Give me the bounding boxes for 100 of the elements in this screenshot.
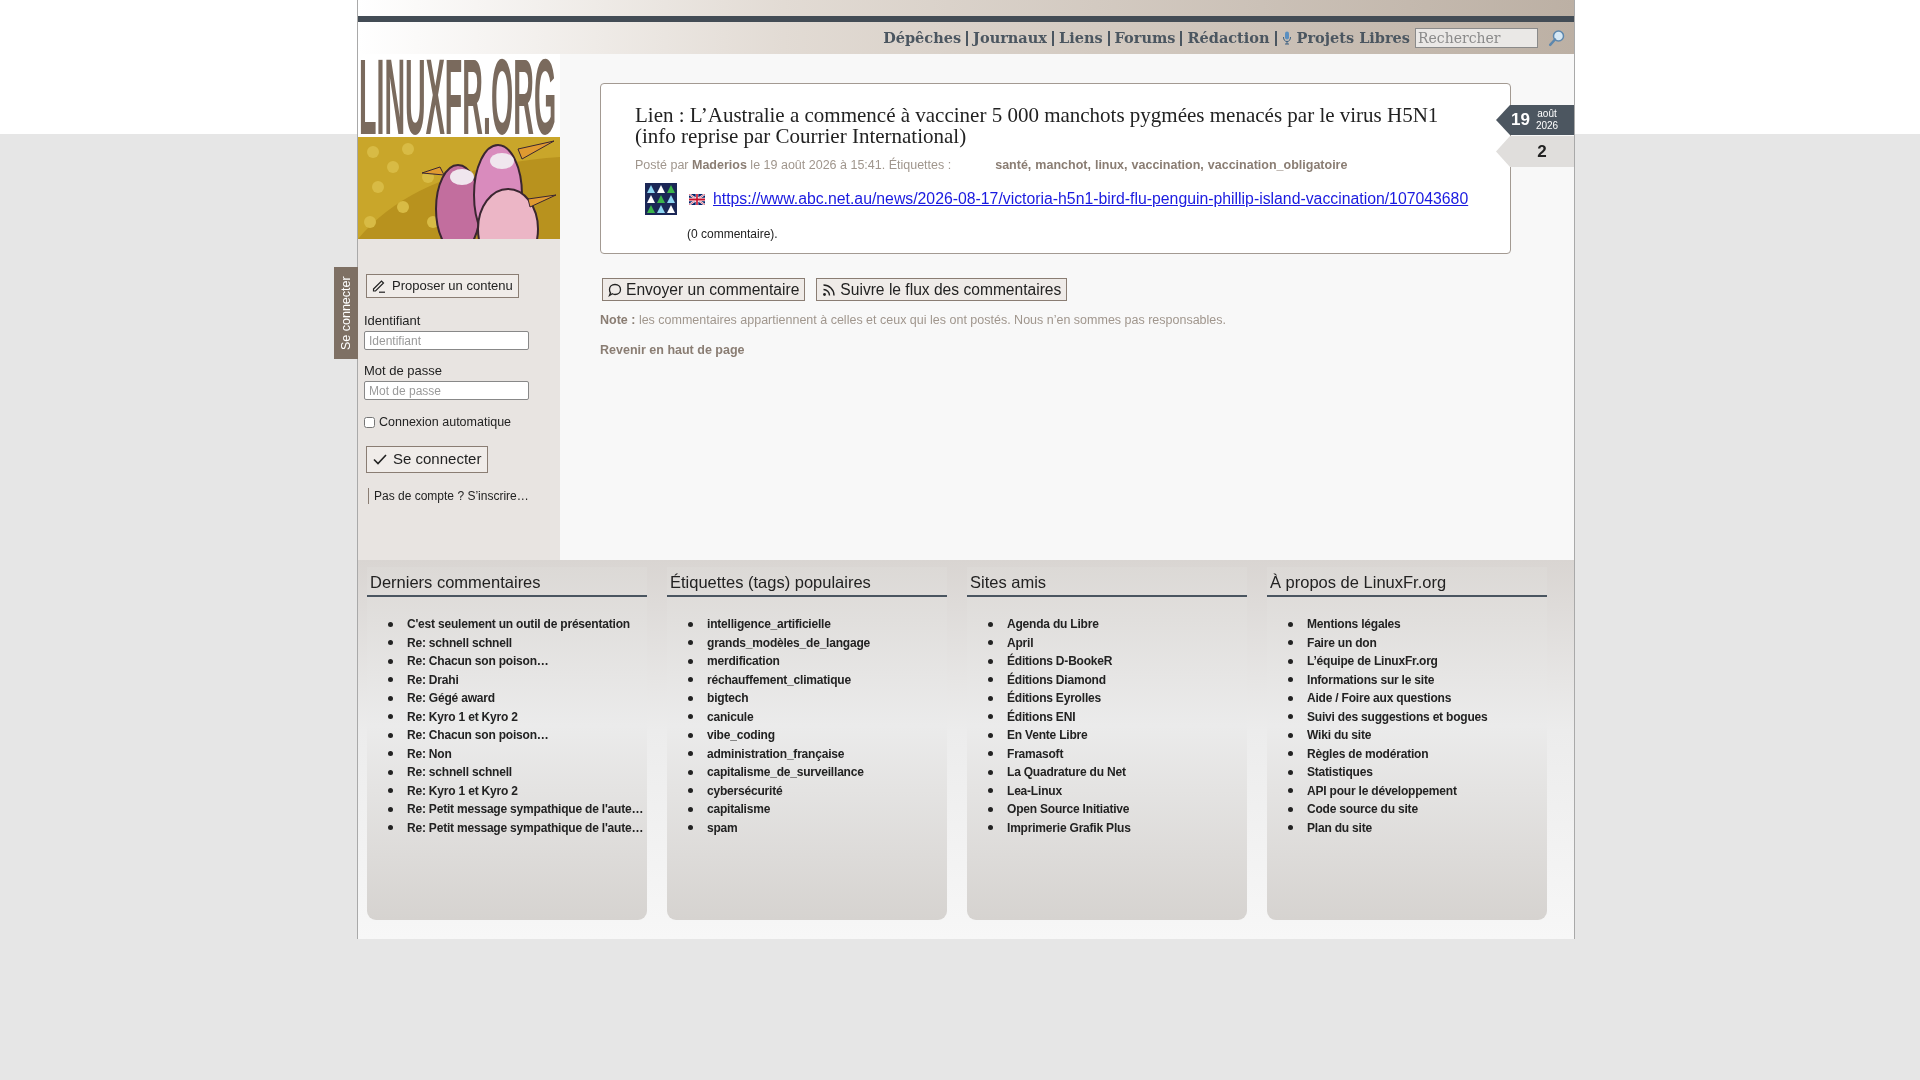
footer-link[interactable]: Re: Kyro 1 et Kyro 2 xyxy=(407,707,518,726)
bullet-icon xyxy=(388,788,393,794)
search-field[interactable]: Rechercher xyxy=(1415,28,1538,48)
speech-bubble-icon xyxy=(608,282,622,297)
nav-link[interactable]: Dépêches xyxy=(879,28,966,48)
auto-login-checkbox[interactable] xyxy=(364,416,375,428)
footer-link[interactable]: spam xyxy=(707,818,738,837)
footer-link[interactable]: Éditions Eyrolles xyxy=(1007,689,1101,708)
footer-heading: Sites amis xyxy=(967,567,1247,597)
bullet-icon xyxy=(688,751,693,757)
signup-link[interactable]: Pas de compte ? S’inscrire… xyxy=(368,488,529,504)
footer-heading: Derniers commentaires xyxy=(367,567,647,597)
search-icon[interactable] xyxy=(1548,29,1566,47)
footer-link[interactable]: canicule xyxy=(707,707,754,726)
footer-link[interactable]: Éditions Diamond xyxy=(1007,670,1106,689)
footer-link[interactable]: capitalisme xyxy=(707,800,771,819)
bullet-icon xyxy=(1288,751,1293,757)
nav-link[interactable]: Projets Libres xyxy=(1277,28,1414,48)
footer-link[interactable]: Re: Non xyxy=(407,744,452,763)
propose-content-button[interactable]: Proposer un contenu xyxy=(366,274,519,298)
bullet-icon xyxy=(1288,732,1293,738)
bullet-icon xyxy=(988,640,993,646)
footer-link[interactable]: bigtech xyxy=(707,689,749,708)
footer-link[interactable]: Éditions ENI xyxy=(1007,707,1076,726)
footer-link[interactable]: Code source du site xyxy=(1307,800,1418,819)
flag-icon xyxy=(689,193,705,205)
footer-link[interactable]: Plan du site xyxy=(1307,818,1372,837)
footer-link[interactable]: En Vente Libre xyxy=(1007,726,1088,745)
footer-link[interactable]: vibe_coding xyxy=(707,726,775,745)
footer-link[interactable]: Re: Petit message sympathique de l'aute… xyxy=(407,818,644,837)
bullet-icon xyxy=(1288,677,1293,683)
footer-link[interactable]: Agenda du Libre xyxy=(1007,615,1099,634)
back-to-top-link[interactable]: Revenir en haut de page xyxy=(600,342,745,358)
login-tab[interactable]: Se connecter xyxy=(334,267,358,359)
username-field[interactable]: Identifiant xyxy=(364,331,529,350)
nav-link[interactable]: Rédaction xyxy=(1183,28,1274,48)
nav-link[interactable]: Liens xyxy=(1054,28,1107,48)
bullet-icon xyxy=(388,769,393,775)
footer-link[interactable]: Re: Drahi xyxy=(407,670,459,689)
footer-link[interactable]: Re: Chacun son poison… xyxy=(407,652,549,671)
footer-link[interactable]: Re: Petit message sympathique de l'aute… xyxy=(407,800,644,819)
footer-link[interactable]: Open Source Initiative xyxy=(1007,800,1130,819)
comments-count-badge: 2 xyxy=(1496,136,1574,167)
footer-link[interactable]: merdification xyxy=(707,652,780,671)
article-url-link[interactable]: https://www.abc.net.au/news/2026-08-17/victoria-h5n1-bird-flu-penguin-phillip-island-vaccination/107043680 xyxy=(713,187,1469,211)
footer-link[interactable]: Aide / Foire aux questions xyxy=(1307,689,1452,708)
bullet-icon xyxy=(988,714,993,720)
footer-link[interactable]: Suivi des suggestions et bogues xyxy=(1307,707,1488,726)
footer-link[interactable]: Informations sur le site xyxy=(1307,670,1435,689)
bullet-icon xyxy=(1288,640,1293,646)
bullet-icon xyxy=(688,788,693,794)
footer-link[interactable]: Framasoft xyxy=(1007,744,1064,763)
pencil-icon xyxy=(372,279,386,293)
tag-link[interactable]: vaccination_obligatoire xyxy=(1207,157,1348,173)
checkbox-label: Connexion automatique xyxy=(379,413,512,431)
footer-link[interactable]: Re: Kyro 1 et Kyro 2 xyxy=(407,781,518,800)
tag-link[interactable]: vaccination, xyxy=(1131,157,1204,173)
bullet-icon xyxy=(388,640,393,646)
footer-link[interactable]: cybersécurité xyxy=(707,781,783,800)
footer-link[interactable]: Règles de modération xyxy=(1307,744,1429,763)
footer-link[interactable]: grands_modèles_de_langage xyxy=(707,633,871,652)
tag-link[interactable]: santé, xyxy=(995,157,1032,173)
footer-link[interactable]: API pour le développement xyxy=(1307,781,1457,800)
footer-link[interactable]: April xyxy=(1007,633,1034,652)
bullet-icon xyxy=(1288,658,1293,664)
bullet-icon xyxy=(988,658,993,664)
footer-link[interactable]: Éditions D-BookeR xyxy=(1007,652,1113,671)
footer-heading: Étiquettes (tags) populaires xyxy=(667,567,947,597)
footer-link[interactable]: administration_française xyxy=(707,744,845,763)
footer-link[interactable]: Statistiques xyxy=(1307,763,1373,782)
microphone-icon xyxy=(1281,31,1292,45)
footer-link[interactable]: Mentions légales xyxy=(1307,615,1401,634)
follow-feed-button[interactable]: Suivre le flux des commentaires xyxy=(816,278,1068,301)
login-button[interactable]: Se connecter xyxy=(366,446,489,473)
footer-link[interactable]: Re: schnell schnell xyxy=(407,633,512,652)
footer-link[interactable]: intelligence_artificielle xyxy=(707,615,831,634)
tag-link[interactable]: manchot, xyxy=(1035,157,1091,173)
footer-link[interactable]: C'est seulement un outil de présentation xyxy=(407,615,630,634)
bullet-icon xyxy=(688,732,693,738)
footer-link[interactable]: Faire un don xyxy=(1307,633,1377,652)
bullet-icon xyxy=(988,732,993,738)
footer-link[interactable]: Wiki du site xyxy=(1307,726,1372,745)
bullet-icon xyxy=(988,769,993,775)
comment-count-text: (0 commentaire). xyxy=(687,226,778,242)
nav-link[interactable]: Journaux xyxy=(969,28,1051,48)
author-link[interactable]: Maderios xyxy=(692,158,747,172)
footer-link[interactable]: capitalisme_de_surveillance xyxy=(707,763,864,782)
footer-link[interactable]: L’équipe de LinuxFr.org xyxy=(1307,652,1438,671)
footer-link[interactable]: Imprimerie Grafik Plus xyxy=(1007,818,1131,837)
date-month: août xyxy=(1537,108,1557,120)
comment-button[interactable]: Envoyer un commentaire xyxy=(602,278,806,301)
footer-link[interactable]: Re: Chacun son poison… xyxy=(407,726,549,745)
footer-link[interactable]: Re: schnell schnell xyxy=(407,763,512,782)
password-field[interactable]: Mot de passe xyxy=(364,381,529,400)
footer-link[interactable]: Lea-Linux xyxy=(1007,781,1062,800)
nav-link[interactable]: Forums xyxy=(1110,28,1180,48)
footer-link[interactable]: réchauffement_climatique xyxy=(707,670,851,689)
footer-link[interactable]: Re: Gégé award xyxy=(407,689,495,708)
tag-link[interactable]: linux, xyxy=(1094,157,1128,173)
footer-link[interactable]: La Quadrature du Net xyxy=(1007,763,1126,782)
